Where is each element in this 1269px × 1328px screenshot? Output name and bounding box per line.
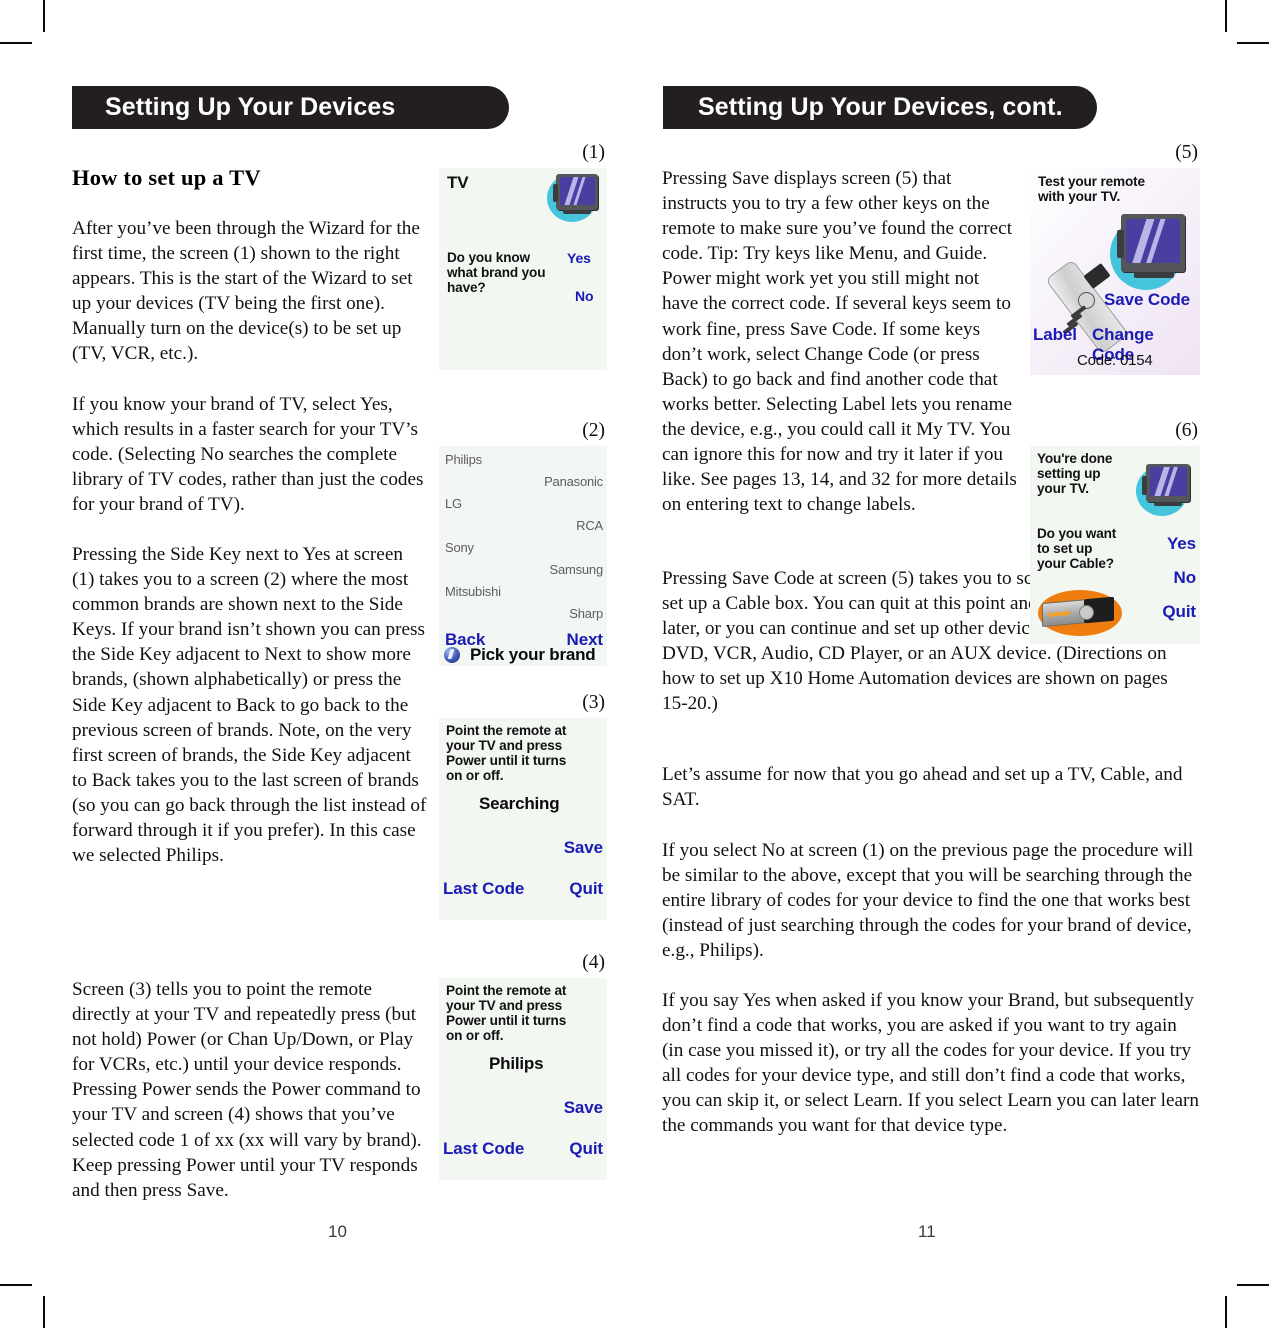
screen-5-action-save-code[interactable]: Save Code [1104,290,1190,310]
cable-box-icon [1036,586,1128,642]
right-paragraph-5: If you say Yes when asked if you know yo… [662,990,1200,1137]
screen-6-prompt: Do you want to set up your Cable? [1037,526,1117,571]
figure-screen-6-number: (6) [1175,420,1198,441]
screen-6-option-quit[interactable]: Quit [1162,602,1196,622]
screen-5-code-text: Code: 0154 [1077,352,1153,369]
figure-screen-5-number: (5) [1175,142,1198,163]
right-page: Setting Up Your Devices, cont. Pressing … [0,0,1269,1328]
right-page-banner-title: Setting Up Your Devices, cont. [698,93,1063,121]
screen-6-option-no[interactable]: No [1174,568,1197,588]
right-page-banner: Setting Up Your Devices, cont. [663,86,1097,129]
screen-5-instruction: Test your remote with your TV. [1038,174,1145,204]
right-page-number: 11 [918,1222,936,1241]
screen-6-done-text: You're done setting up your TV. [1037,451,1113,496]
right-paragraph-3: Let’s assume for now that you go ahead a… [662,764,1183,811]
right-paragraph-4: If you select No at screen (1) on the pr… [662,840,1194,962]
screen-6-lcd: You're done setting up your TV. Do you w… [1030,446,1200,644]
screen-5-lcd: Test your remote with your TV. Save Code… [1030,168,1200,375]
figure-screen-5: (5) Test your remote with your TV. Save … [1030,142,1200,375]
screen-6-option-yes[interactable]: Yes [1167,534,1196,554]
figure-screen-6: (6) You're done setting up your TV. Do y… [1030,420,1200,644]
screen-5-action-label[interactable]: Label [1033,325,1077,345]
tv-icon [1134,462,1196,524]
right-paragraph-1: Pressing Save displays screen (5) that i… [662,168,1017,516]
